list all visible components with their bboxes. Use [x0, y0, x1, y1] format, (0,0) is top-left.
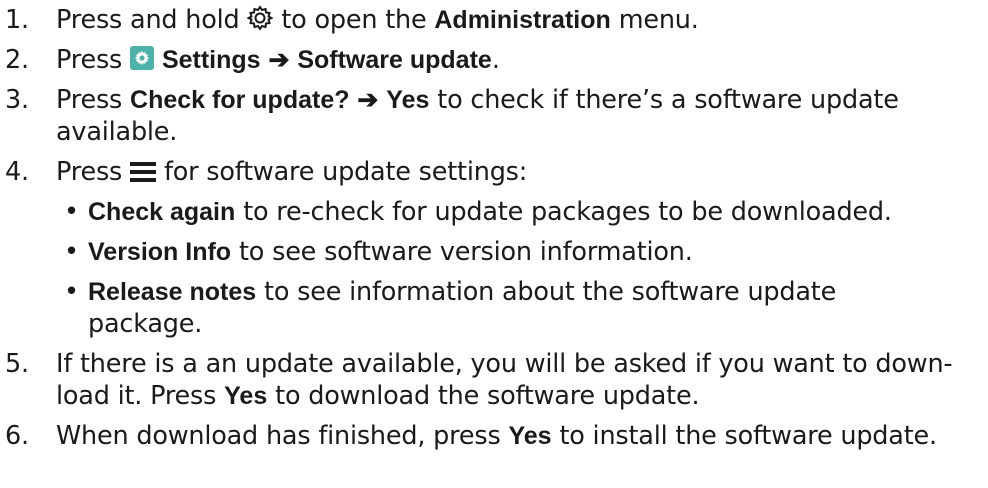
step-number: 1.	[5, 5, 29, 35]
settings-icon	[130, 46, 155, 70]
bullet-text-segment: to see information about the software up…	[264, 277, 837, 307]
step-text-segment: Press	[56, 45, 123, 75]
bullet-text-segment: to re-check for update packages to be do…	[243, 197, 892, 227]
step-text-segment: to download the software update.	[275, 381, 700, 411]
step-number: 4.	[5, 157, 29, 187]
step-text-segment: Press and hold	[56, 5, 240, 35]
step-text: When download has finished, press Yes to…	[56, 420, 937, 452]
yes-label: Yes	[386, 86, 430, 114]
step-text-segment: Press	[56, 157, 123, 187]
step-number: 2.	[5, 45, 29, 75]
release-notes-label: Release notes	[88, 278, 257, 306]
bullet-marker: •	[64, 197, 79, 227]
arrow-icon: ➔	[268, 46, 290, 74]
step-text: Press and hold to open the Administratio…	[56, 4, 699, 36]
instruction-document: 1. Press and hold to open the Administra…	[0, 0, 988, 488]
step-text-segment: available.	[56, 117, 178, 147]
version-info-label: Version Info	[88, 238, 232, 266]
step-text-segment: load it. Press	[56, 381, 217, 411]
step-number: 3.	[5, 85, 29, 115]
step-number: 5.	[5, 349, 29, 379]
step-text-segment: .	[491, 45, 500, 75]
step-text-segment: to check if there’s a software update	[437, 85, 899, 115]
step-text-segment: to open the	[281, 5, 427, 35]
bullet-text-segment: package.	[88, 309, 203, 339]
bullet-marker: •	[64, 277, 79, 307]
arrow-icon: ➔	[357, 86, 379, 114]
check-again-label: Check again	[88, 198, 236, 226]
gear-icon	[247, 5, 274, 31]
bullet-text: Version Info to see software version inf…	[88, 236, 693, 268]
bullet-text: Release notes to see information about t…	[88, 276, 836, 308]
yes-label: Yes	[508, 422, 552, 450]
step-text: If there is a an update available, you w…	[56, 349, 953, 379]
step-text-segment: When download has finished, press	[56, 421, 501, 451]
step-number: 6.	[5, 421, 29, 451]
yes-label: Yes	[224, 382, 268, 410]
software-update-label: Software update	[297, 46, 492, 74]
menu-icon	[130, 161, 157, 183]
step-text-segment: for software update settings:	[163, 157, 528, 187]
check-for-update-label: Check for update?	[130, 86, 350, 114]
step-text: load it. Press Yes to download the softw…	[56, 380, 700, 412]
bullet-text: Check again to re-check for update packa…	[88, 196, 892, 228]
step-text-segment: menu.	[618, 5, 699, 35]
bullet-marker: •	[64, 237, 79, 267]
step-text-segment: Press	[56, 85, 123, 115]
step-text: Press for software update settings:	[56, 156, 527, 188]
settings-label: Settings	[161, 46, 261, 74]
bullet-text-segment: to see software version information.	[239, 237, 693, 267]
step-text: Press Settings ➔ Software update.	[56, 44, 500, 76]
step-text: Press Check for update? ➔ Yes to check i…	[56, 84, 899, 116]
administration-label: Administration	[434, 6, 611, 34]
step-text-segment: to install the software update.	[559, 421, 937, 451]
